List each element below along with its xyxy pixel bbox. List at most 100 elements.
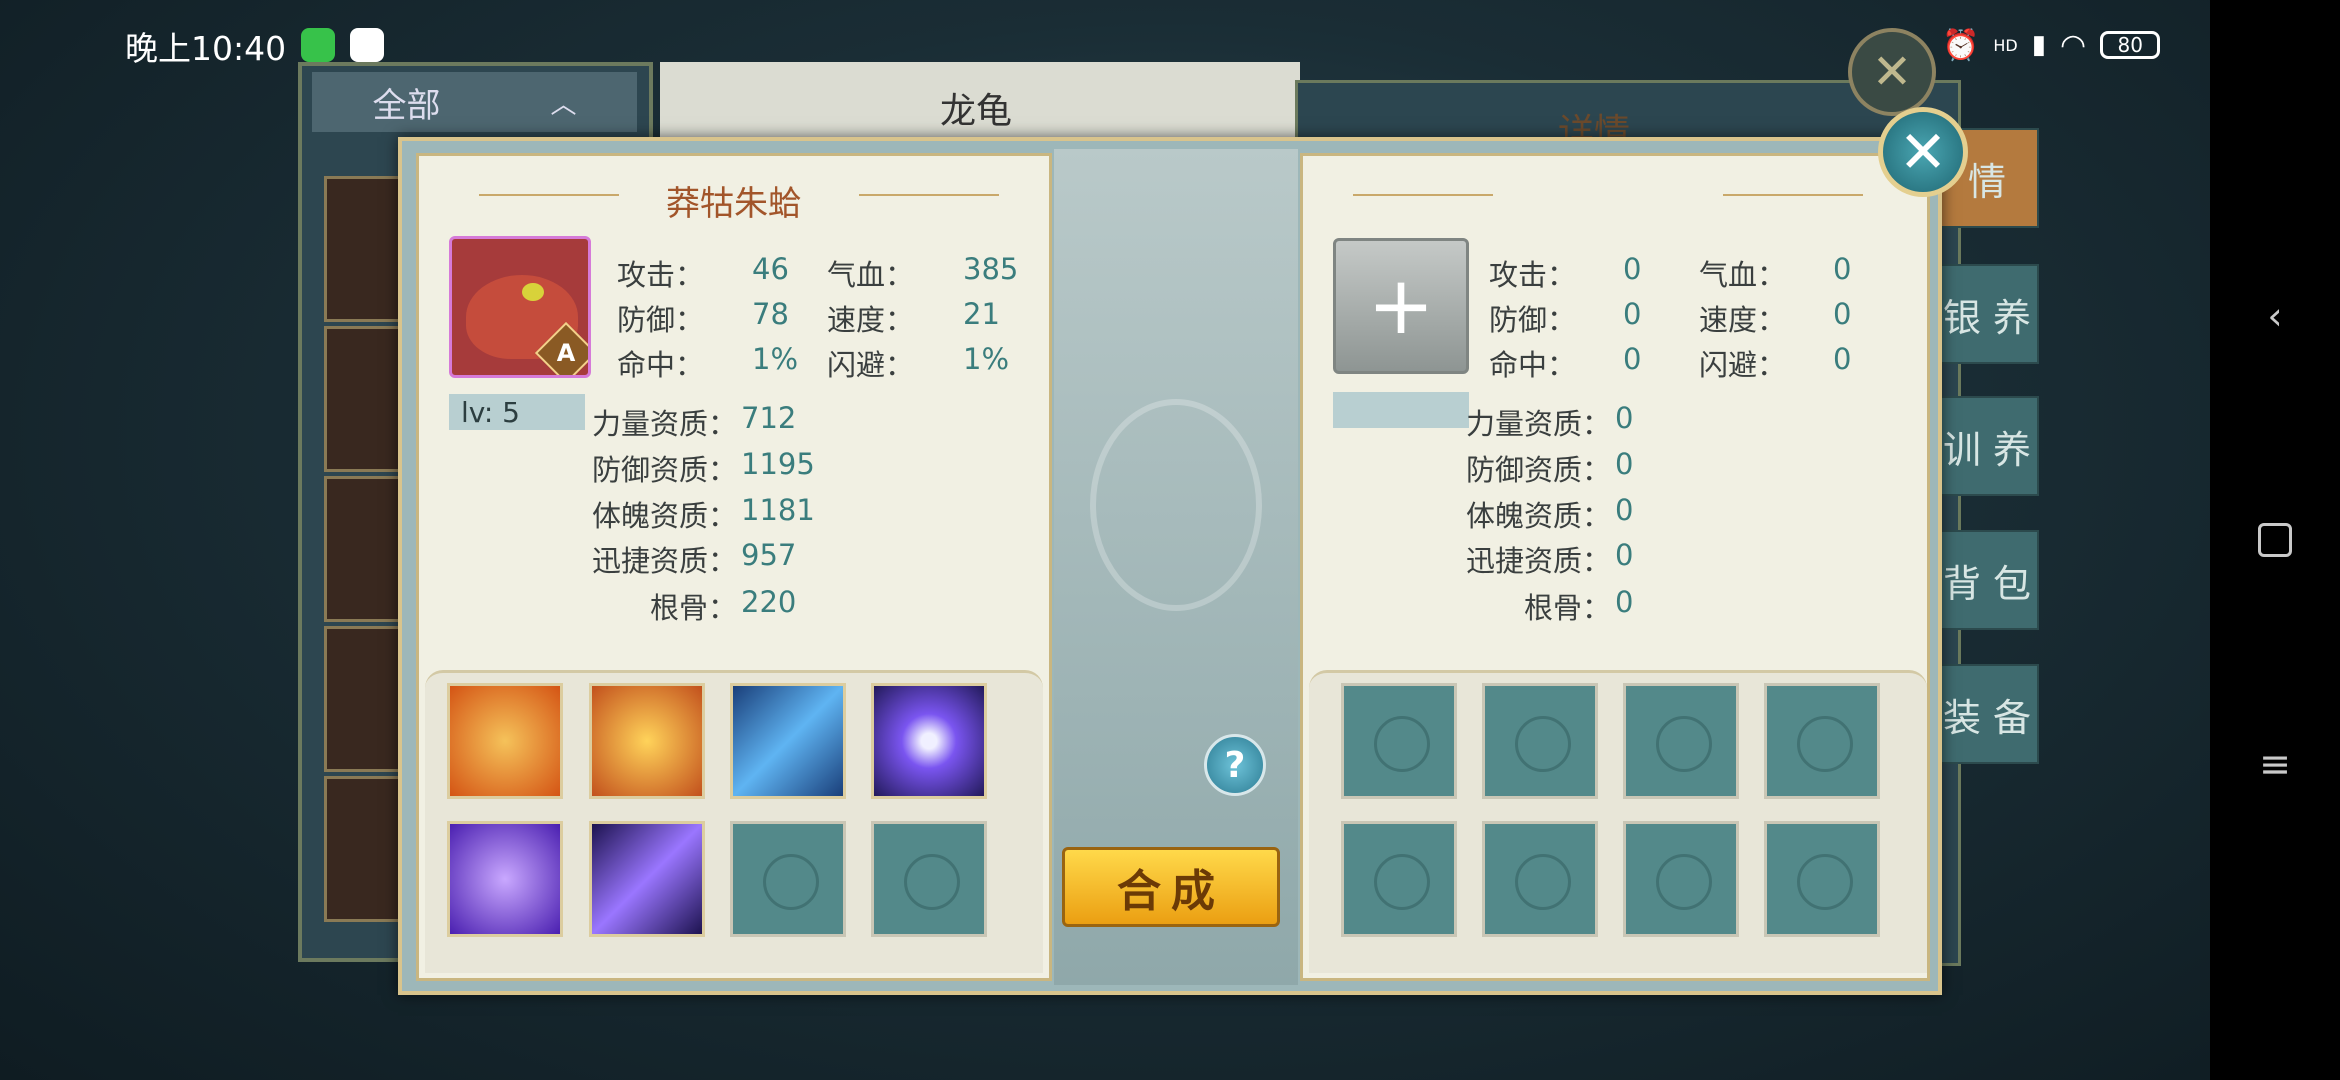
close-icon: ✕ — [1898, 118, 1948, 186]
plus-icon: + — [1367, 259, 1435, 352]
filter-label: 全部 — [372, 85, 441, 126]
menu-nav-icon[interactable]: ≡ — [2210, 724, 2340, 804]
aptitude-label: 迅捷资质： — [1465, 544, 1611, 578]
aptitude-value: 712 — [741, 401, 797, 435]
aptitude-value: 0 — [1615, 493, 1634, 527]
stat-value: 0 — [1833, 252, 1852, 286]
add-pet-button[interactable]: + — [1333, 238, 1469, 374]
left-pet-panel: 莽牯朱蛤 A lv: 5 攻击： 46 气血： 385 防御： 78 速度： 2… — [416, 153, 1052, 981]
stat-label: 命中： — [1489, 348, 1577, 382]
empty-skill-slot[interactable] — [1482, 821, 1598, 937]
stat-value: 385 — [963, 252, 1019, 286]
alarm-icon: ⏰ — [1942, 27, 1980, 63]
stat-label: 防御： — [617, 303, 705, 337]
hd-label: HD — [1993, 35, 2018, 55]
aptitude-label: 根骨： — [1523, 591, 1611, 625]
aptitude-value: 220 — [741, 585, 797, 619]
aptitude-label: 体魄资质： — [591, 499, 737, 533]
skill-grid — [425, 670, 1043, 973]
stat-value: 0 — [1623, 297, 1642, 331]
stat-label: 攻击： — [617, 258, 705, 292]
tab-train[interactable]: 训 养 — [1935, 396, 2039, 496]
help-button[interactable]: ? — [1204, 734, 1266, 796]
empty-skill-slot[interactable] — [730, 821, 846, 937]
tab-nurture[interactable]: 银 养 — [1935, 264, 2039, 364]
stat-value: 46 — [752, 252, 789, 286]
aptitude-label: 根骨： — [649, 591, 737, 625]
empty-skill-slot[interactable] — [1623, 821, 1739, 937]
stat-value: 0 — [1833, 342, 1852, 376]
stat-label: 防御： — [1489, 303, 1577, 337]
browser-app-icon — [350, 28, 384, 62]
aptitude-label: 力量资质： — [591, 407, 737, 441]
stat-value: 1% — [752, 342, 799, 376]
battery-icon: 80 — [2100, 31, 2161, 59]
stat-value: 1% — [963, 342, 1010, 376]
status-time: 晚上10:40 — [125, 29, 287, 68]
empty-skill-slot[interactable] — [871, 821, 987, 937]
stat-value: 0 — [1623, 342, 1642, 376]
background-close-button[interactable]: ✕ — [1848, 28, 1936, 116]
aptitude-label: 力量资质： — [1465, 407, 1611, 441]
title-divider — [1723, 194, 1863, 196]
skill-grid — [1309, 670, 1927, 973]
compose-dialog: 莽牯朱蛤 A lv: 5 攻击： 46 气血： 385 防御： 78 速度： 2… — [398, 137, 1942, 995]
wifi-icon: ◠ — [2060, 27, 2087, 63]
dialog-close-button[interactable]: ✕ — [1878, 107, 1968, 197]
chat-app-icon — [301, 28, 335, 62]
purple-slash-skill-icon[interactable] — [589, 821, 705, 937]
aptitude-value: 0 — [1615, 401, 1634, 435]
stat-value: 0 — [1623, 252, 1642, 286]
stat-label: 闪避： — [827, 348, 915, 382]
lightning-arrow-skill-icon[interactable] — [730, 683, 846, 799]
compose-button[interactable]: 合成 — [1062, 847, 1280, 927]
close-icon: ✕ — [1871, 44, 1913, 100]
stat-value: 78 — [752, 297, 789, 331]
chevron-up-icon: ︿ — [550, 89, 577, 120]
back-nav-icon[interactable]: ‹ — [2210, 276, 2340, 356]
aptitude-label: 防御资质： — [591, 453, 737, 487]
home-nav-icon[interactable] — [2210, 500, 2340, 580]
stat-label: 速度： — [827, 303, 915, 337]
stat-value: 21 — [963, 297, 1000, 331]
pet-header-title: 龙龟 — [940, 91, 1013, 132]
stat-label: 命中： — [617, 348, 705, 382]
navigation-bar: ‹ ≡ — [2210, 0, 2340, 1080]
purple-vortex-skill-icon[interactable] — [447, 821, 563, 937]
signal-icon: ▮ — [2031, 30, 2047, 60]
aptitude-value: 0 — [1615, 538, 1634, 572]
aptitude-label: 体魄资质： — [1465, 499, 1611, 533]
aptitude-value: 957 — [741, 538, 797, 572]
right-pet-panel: + 攻击： 0 气血： 0 防御： 0 速度： 0 命中： 0 闪避： 0 力量… — [1300, 153, 1930, 981]
empty-skill-slot[interactable] — [1341, 821, 1457, 937]
aptitude-value: 0 — [1615, 585, 1634, 619]
stat-label: 气血： — [827, 258, 915, 292]
empty-skill-slot[interactable] — [1623, 683, 1739, 799]
fireball-skill-icon[interactable] — [589, 683, 705, 799]
tab-bag[interactable]: 背 包 — [1935, 530, 2039, 630]
status-icons: ⏰ HD ▮ ◠ 80 — [1942, 25, 2161, 65]
title-divider — [1353, 194, 1493, 196]
empty-skill-slot[interactable] — [1764, 821, 1880, 937]
stat-label: 闪避： — [1699, 348, 1787, 382]
empty-skill-slot[interactable] — [1764, 683, 1880, 799]
stat-label: 速度： — [1699, 303, 1787, 337]
dragon-emblem-icon — [1090, 399, 1262, 611]
tab-equip[interactable]: 装 备 — [1935, 664, 2039, 764]
pet-portrait[interactable]: A — [449, 236, 591, 378]
stat-value: 0 — [1833, 297, 1852, 331]
aptitude-value: 1181 — [741, 493, 815, 527]
question-icon: ? — [1224, 744, 1246, 786]
aptitude-label: 迅捷资质： — [591, 544, 737, 578]
aptitude-label: 防御资质： — [1465, 453, 1611, 487]
stat-label: 攻击： — [1489, 258, 1577, 292]
aptitude-value: 0 — [1615, 447, 1634, 481]
energy-orb-skill-icon[interactable] — [871, 683, 987, 799]
aptitude-value: 1195 — [741, 447, 815, 481]
stat-label: 气血： — [1699, 258, 1787, 292]
filter-dropdown[interactable]: 全部 ︿ — [312, 72, 637, 132]
empty-skill-slot[interactable] — [1341, 683, 1457, 799]
fire-shield-skill-icon[interactable] — [447, 683, 563, 799]
pet-name: 莽牯朱蛤 — [666, 184, 802, 224]
empty-skill-slot[interactable] — [1482, 683, 1598, 799]
